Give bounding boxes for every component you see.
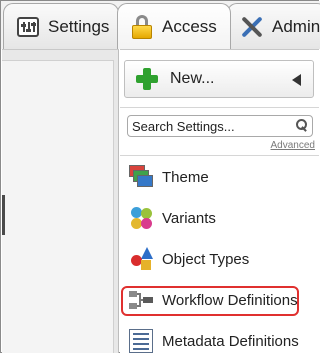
object-types-icon	[129, 247, 153, 271]
divider	[120, 155, 319, 156]
tab-access[interactable]: Access	[117, 3, 231, 49]
nav-item-metadata-definitions[interactable]: Metadata Definitions	[120, 321, 319, 353]
lock-icon	[130, 14, 154, 39]
tab-settings-label: Settings	[48, 16, 110, 36]
nav-item-workflow-definitions[interactable]: Workflow Definitions	[120, 280, 319, 320]
plus-icon	[136, 68, 158, 90]
variants-icon	[129, 206, 153, 230]
theme-icon	[129, 165, 153, 189]
left-panel-marker	[2, 195, 5, 235]
divider	[120, 107, 319, 108]
left-content-area	[2, 60, 114, 353]
metadata-icon	[129, 329, 153, 353]
nav-item-variants[interactable]: Variants	[120, 198, 319, 238]
search-input[interactable]	[128, 116, 288, 136]
tab-admin-label: Admin	[272, 16, 320, 36]
nav-item-label: Workflow Definitions	[162, 291, 298, 309]
settings-window: Settings Access Admin New... Search Sett…	[0, 0, 320, 353]
nav-item-theme[interactable]: Theme	[120, 157, 319, 197]
search-icon[interactable]	[296, 119, 308, 131]
new-button-label: New...	[170, 70, 215, 87]
search-box	[127, 115, 313, 137]
new-button[interactable]: New...	[124, 60, 314, 98]
tab-access-label: Access	[162, 16, 217, 36]
collapse-arrow-icon[interactable]	[292, 74, 301, 86]
tab-admin[interactable]: Admin	[227, 3, 320, 49]
tab-settings[interactable]: Settings	[3, 3, 119, 49]
settings-icon	[16, 15, 40, 39]
advanced-search-link[interactable]: Advanced	[271, 140, 315, 151]
tab-bar: Settings Access Admin	[1, 1, 320, 49]
nav-item-label: Object Types	[162, 250, 250, 268]
admin-tools-icon	[240, 15, 264, 39]
nav-item-label: Theme	[162, 168, 209, 186]
nav-item-object-types[interactable]: Object Types	[120, 239, 319, 279]
left-panel	[2, 49, 119, 353]
nav-item-label: Metadata Definitions	[162, 332, 299, 350]
settings-nav-panel: New... Advanced Theme Variants Object Ty…	[120, 49, 319, 353]
nav-item-label: Variants	[162, 209, 216, 227]
workflow-icon	[129, 288, 153, 312]
